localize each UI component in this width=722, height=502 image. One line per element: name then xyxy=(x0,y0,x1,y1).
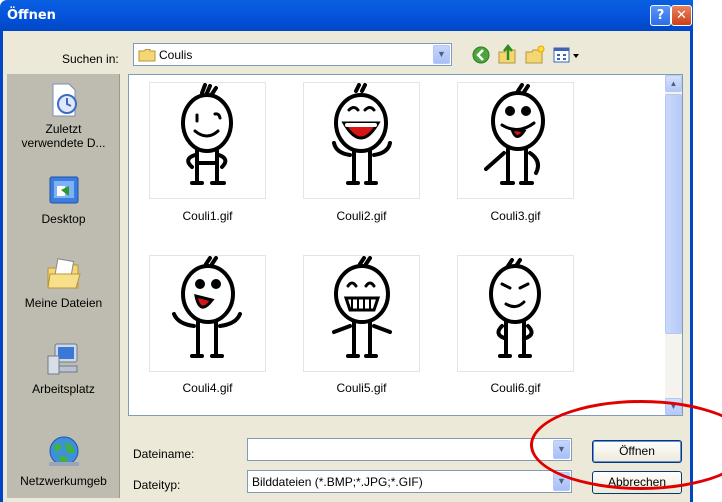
look-in-combobox[interactable]: Coulis ▼ xyxy=(133,43,452,66)
my-computer-icon xyxy=(47,343,77,375)
filename-label: Dateiname: xyxy=(133,447,195,461)
places-bar: Zuletzt verwendete D... Desktop Meine Da… xyxy=(7,74,120,498)
place-desktop[interactable]: Desktop xyxy=(7,174,120,226)
filetype-label: Dateityp: xyxy=(133,478,181,492)
back-icon[interactable] xyxy=(470,44,492,66)
recent-documents-icon xyxy=(52,83,77,117)
couli-cheer-icon xyxy=(172,256,242,358)
look-in-label: Suchen in: xyxy=(62,52,119,66)
file-thumbnail[interactable] xyxy=(303,255,420,372)
new-folder-icon[interactable] xyxy=(524,44,546,66)
cancel-button[interactable]: Abbrechen xyxy=(592,471,682,494)
couli-smug-icon xyxy=(489,258,541,358)
file-thumbnail[interactable] xyxy=(457,255,574,372)
filename-input[interactable]: ▼ xyxy=(247,438,572,461)
window-title: Öffnen xyxy=(7,8,56,23)
title-bar: Öffnen ? ✕ xyxy=(0,0,693,31)
chevron-down-icon[interactable]: ▼ xyxy=(433,45,450,64)
place-label: Arbeitsplatz xyxy=(32,382,95,396)
folder-icon xyxy=(138,49,156,62)
couli-laugh-icon xyxy=(332,83,392,185)
file-thumbnail[interactable] xyxy=(303,82,420,199)
file-name[interactable]: Couli5.gif xyxy=(303,381,420,395)
couli-tongue-icon xyxy=(484,83,545,185)
network-places-icon xyxy=(48,436,79,466)
place-network[interactable]: Netzwerkumgeb xyxy=(7,434,120,488)
place-my-computer[interactable]: Arbeitsplatz xyxy=(7,342,120,396)
place-label: Desktop xyxy=(41,212,86,226)
scroll-up-icon[interactable]: ▲ xyxy=(665,75,682,92)
file-list[interactable]: Couli1.gif Couli2.gif Couli3.gif Couli4.… xyxy=(128,74,683,416)
look-in-value: Coulis xyxy=(159,48,193,62)
close-button[interactable]: ✕ xyxy=(671,5,692,26)
chevron-down-icon[interactable]: ▼ xyxy=(553,472,570,491)
vertical-scrollbar[interactable]: ▲ ▼ xyxy=(665,75,682,415)
desktop-icon xyxy=(49,176,78,204)
file-thumbnail[interactable] xyxy=(149,82,266,199)
filetype-select[interactable]: Bilddateien (*.BMP;*.JPG;*.GIF) ▼ xyxy=(247,470,572,493)
up-folder-icon[interactable] xyxy=(496,44,518,66)
file-name[interactable]: Couli4.gif xyxy=(149,381,266,395)
file-name[interactable]: Couli3.gif xyxy=(457,209,574,223)
open-button[interactable]: Öffnen xyxy=(592,440,682,463)
scroll-down-icon[interactable]: ▼ xyxy=(665,398,682,415)
chevron-down-icon[interactable]: ▼ xyxy=(553,440,570,459)
file-name[interactable]: Couli2.gif xyxy=(303,209,420,223)
view-menu-icon[interactable] xyxy=(552,44,582,66)
place-recent[interactable]: Zuletzt verwendete D... xyxy=(7,82,120,150)
my-documents-icon xyxy=(46,258,81,289)
couli-teeth-icon xyxy=(332,256,392,358)
place-my-documents[interactable]: Meine Dateien xyxy=(7,256,120,310)
file-thumbnail[interactable] xyxy=(457,82,574,199)
filetype-value: Bilddateien (*.BMP;*.JPG;*.GIF) xyxy=(252,475,423,489)
file-thumbnail[interactable] xyxy=(149,255,266,372)
couli-smile-icon xyxy=(181,83,233,185)
file-name[interactable]: Couli6.gif xyxy=(457,381,574,395)
scroll-thumb[interactable] xyxy=(665,94,682,334)
file-name[interactable]: Couli1.gif xyxy=(149,209,266,223)
help-button[interactable]: ? xyxy=(650,5,671,26)
place-label: Meine Dateien xyxy=(24,296,103,310)
place-label: Zuletzt verwendete D... xyxy=(21,122,106,150)
place-label: Netzwerkumgeb xyxy=(20,474,107,488)
